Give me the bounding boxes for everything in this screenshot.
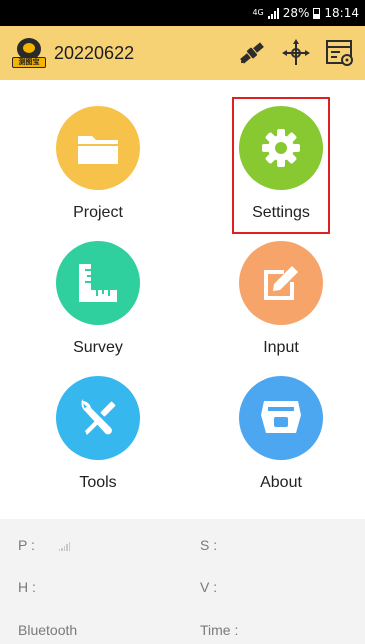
bluetooth-status[interactable]: Bluetooth [18, 622, 77, 638]
s-label: S : [200, 537, 218, 553]
time-label: Time : [200, 622, 239, 638]
clock: 18:14 [324, 6, 359, 20]
menu-item-input[interactable]: Input [221, 241, 341, 357]
logo-text: 测图宝 [12, 57, 46, 68]
crosshair-button[interactable] [279, 36, 313, 70]
about-icon-circle [239, 376, 323, 460]
menu-item-about[interactable]: About [221, 376, 341, 492]
receiver-icon [261, 401, 301, 433]
menu-item-project[interactable]: Project [38, 106, 158, 222]
signal-icon [267, 7, 279, 19]
h-label: H : [18, 579, 36, 595]
tools-icon-circle [56, 376, 140, 460]
menu-label-survey: Survey [73, 339, 123, 356]
input-icon-circle [239, 241, 323, 325]
p-label: P : [18, 537, 35, 553]
ruler-icon [79, 264, 117, 302]
time-status: Time : [200, 622, 238, 638]
s-status: S : [200, 537, 217, 553]
edit-icon [264, 266, 298, 300]
menu-label-tools: Tools [79, 474, 117, 491]
network-indicator: 4G [252, 8, 264, 17]
status-info-panel: P : S : H : V : Bluetooth Time : [0, 519, 365, 644]
app-bar: 测图宝 20220622 [0, 26, 365, 80]
folder-icon [78, 136, 118, 164]
position-status: P : [18, 537, 71, 553]
v-label: V : [200, 579, 218, 595]
v-status: V : [200, 579, 217, 595]
menu-label-project: Project [73, 204, 123, 221]
selection-highlight [232, 97, 330, 234]
project-name: 20220622 [54, 42, 135, 63]
battery-percent: 28% [282, 6, 310, 20]
wrench-screwdriver-icon [81, 399, 116, 435]
app-logo: 测图宝 [12, 38, 46, 68]
menu-label-about: About [260, 474, 302, 491]
battery-icon [313, 7, 321, 19]
satellite-button[interactable] [235, 36, 269, 70]
status-bar: 4G 28% 18:14 [0, 0, 365, 26]
h-status: H : [18, 579, 36, 595]
window-settings-icon [326, 40, 353, 66]
crosshair-icon [282, 39, 310, 65]
survey-icon-circle [56, 241, 140, 325]
menu-item-tools[interactable]: Tools [38, 376, 158, 492]
signal-strength-icon [58, 541, 71, 552]
bluetooth-label: Bluetooth [18, 622, 78, 638]
satellite-icon [240, 42, 264, 64]
menu-label-input: Input [263, 339, 299, 356]
project-icon-circle [56, 106, 140, 190]
menu-item-survey[interactable]: Survey [38, 241, 158, 357]
window-settings-button[interactable] [323, 36, 357, 70]
